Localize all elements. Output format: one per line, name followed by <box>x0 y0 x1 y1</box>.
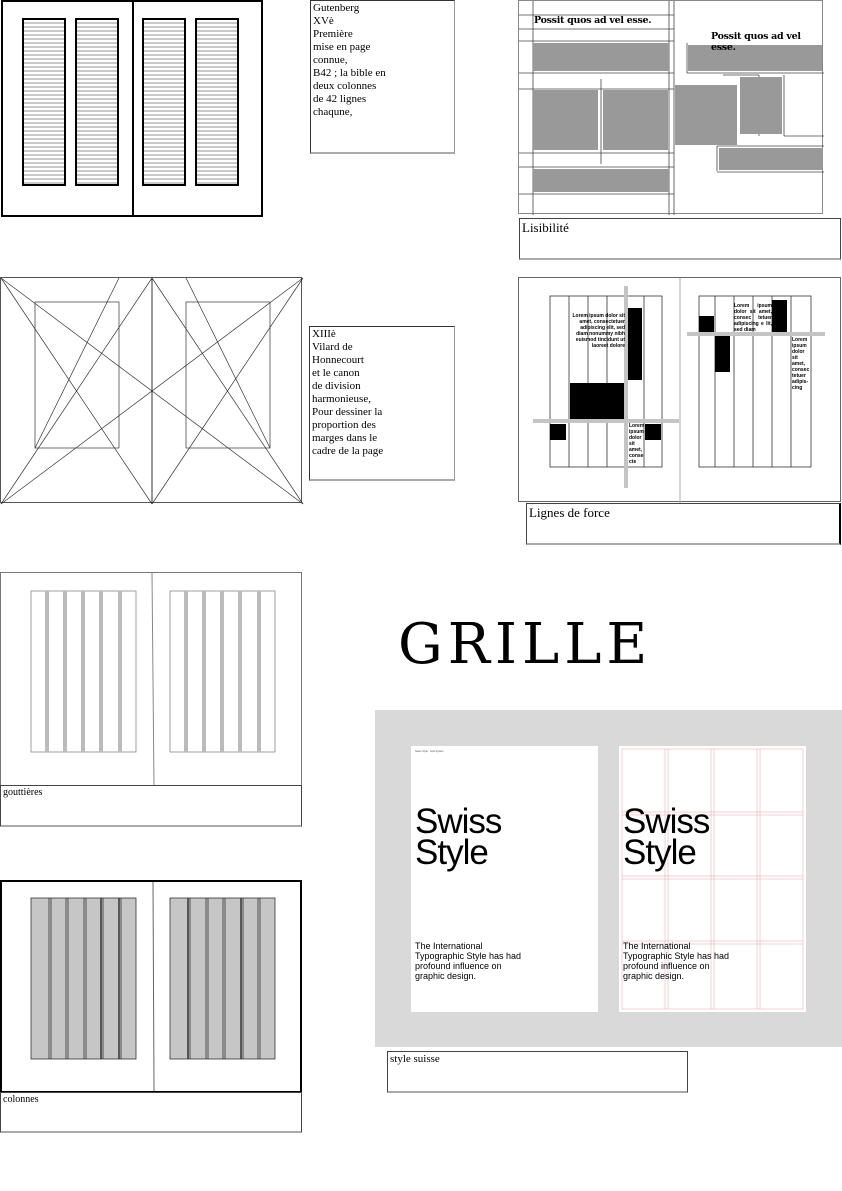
lignes-text-d: Lorem ipsum dolor sit amet, consec tetue… <box>792 337 810 391</box>
poster-subtitle: The International Typographic Style has … <box>623 941 730 981</box>
text-column <box>142 18 186 186</box>
poster-title: Swiss Style <box>415 802 502 872</box>
lisibilite-diagram: Possit quos ad vel esse. Possit quos ad … <box>518 0 824 215</box>
poster-subtitle: The International Typographic Style has … <box>415 941 522 981</box>
swiss-style-panel: Swiss Style · Grid System Swiss Style Th… <box>375 710 842 1047</box>
lisibilite-label: Lisibilité <box>519 218 841 260</box>
villard-note: XIIIè Vilard de Honnecourt et le canon d… <box>309 326 455 481</box>
poster-title: Swiss Style <box>623 802 710 872</box>
colonnes-label: colonnes <box>0 1092 302 1133</box>
lignes-de-force-label: Lignes de force <box>526 503 841 545</box>
lignes-text-c: Lorem ipsum dolor sit amet, consec tetue… <box>734 303 772 333</box>
villard-diagram <box>0 277 304 505</box>
heading-right: Possit quos ad vel esse. <box>711 31 801 53</box>
text-column <box>22 18 66 186</box>
gutenberg-note: Gutenberg XVè Première mise en page conn… <box>310 0 455 154</box>
gouttieres-grid <box>30 572 276 788</box>
page-divider <box>132 2 134 215</box>
gouttieres-label: gouttières <box>0 785 302 827</box>
text-column <box>75 18 119 186</box>
lignes-text-a: Lorem ipsum dolor sit amet, consectetuer… <box>572 313 625 349</box>
colonnes-diagram <box>0 880 302 1093</box>
villard-canon-lines <box>0 277 304 505</box>
lignes-text-b: Lorem ipsum dolor sit amet, conse cte <box>629 423 645 465</box>
text-column <box>195 18 239 186</box>
lignes-de-force-diagram: Lorem ipsum dolor sit amet, consectetuer… <box>518 277 841 503</box>
gutenberg-diagram <box>1 0 263 217</box>
swiss-poster: Swiss Style · Grid System Swiss Style Th… <box>411 746 598 1012</box>
gouttieres-diagram <box>0 572 302 788</box>
colonnes-grid <box>30 881 276 1092</box>
heading-left: Possit quos ad vel esse. <box>534 15 652 26</box>
swiss-style-label: style suisse <box>387 1051 688 1093</box>
page-title: GRILLE <box>398 612 653 677</box>
swiss-poster-with-grid: Swiss Style The International Typographi… <box>619 746 806 1012</box>
